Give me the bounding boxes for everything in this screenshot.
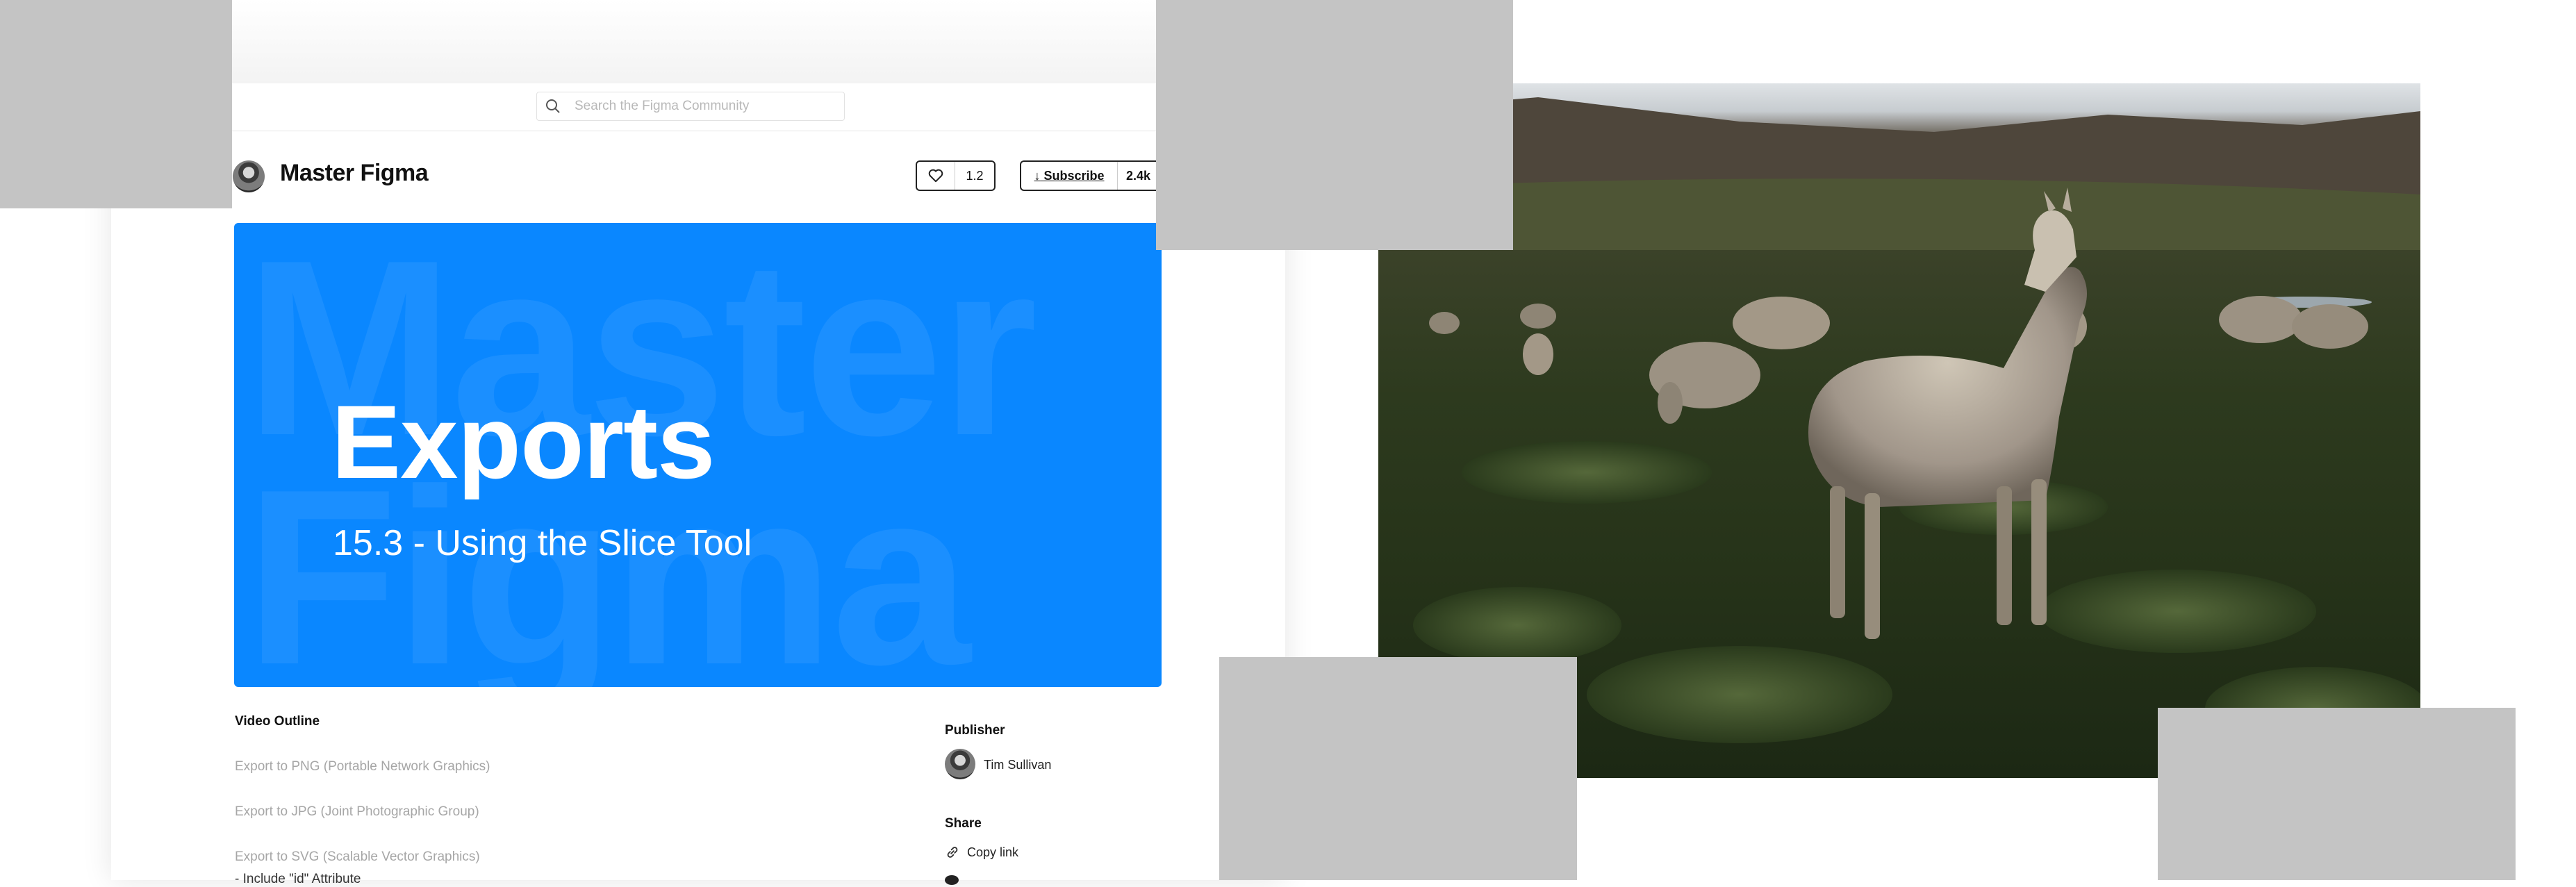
search-input[interactable] bbox=[573, 98, 826, 115]
outline-item: Export to SVG (Scalable Vector Graphics) bbox=[235, 849, 480, 864]
placeholder-block bbox=[1219, 657, 1577, 880]
outline-heading: Video Outline bbox=[235, 714, 320, 729]
link-icon bbox=[947, 847, 958, 858]
community-avatar[interactable] bbox=[233, 160, 265, 192]
copy-link-button[interactable]: Copy link bbox=[945, 845, 1018, 860]
placeholder-block bbox=[2158, 708, 2516, 880]
placeholder-block bbox=[1156, 0, 1513, 250]
top-fade bbox=[232, 0, 1156, 83]
copy-link-label: Copy link bbox=[967, 845, 1019, 859]
publisher-avatar[interactable] bbox=[945, 749, 975, 779]
publisher-heading: Publisher bbox=[945, 723, 1005, 738]
subscribe-label: Subscribe bbox=[1043, 169, 1105, 183]
hero-thumbnail[interactable]: Master Figma Exports 15.3 - Using the Sl… bbox=[234, 223, 1162, 687]
search-icon bbox=[546, 99, 560, 113]
like-button[interactable]: 1.2 bbox=[916, 160, 996, 191]
hero-title: Exports bbox=[331, 383, 715, 500]
download-icon: ↓ bbox=[1034, 169, 1041, 183]
subscribe-count: 2.4k bbox=[1125, 168, 1151, 183]
share-heading: Share bbox=[945, 816, 982, 831]
share-network-icon[interactable] bbox=[945, 875, 959, 885]
hero-subtitle: 15.3 - Using the Slice Tool bbox=[333, 523, 752, 563]
like-count: 1.2 bbox=[966, 168, 984, 183]
outline-item: - Include "id" Attribute bbox=[235, 872, 361, 886]
publisher-name[interactable]: Tim Sullivan bbox=[984, 758, 1051, 772]
heart-icon bbox=[917, 162, 955, 190]
search-box[interactable] bbox=[536, 92, 845, 121]
subscribe-label-wrap: ↓ Subscribe bbox=[1021, 162, 1118, 190]
placeholder-block bbox=[0, 0, 232, 208]
outline-item: Export to PNG (Portable Network Graphics… bbox=[235, 759, 490, 774]
subscribe-button[interactable]: ↓ Subscribe 2.4k bbox=[1020, 160, 1159, 191]
community-title[interactable]: Master Figma bbox=[280, 160, 429, 187]
outline-item: Export to JPG (Joint Photographic Group) bbox=[235, 804, 479, 819]
